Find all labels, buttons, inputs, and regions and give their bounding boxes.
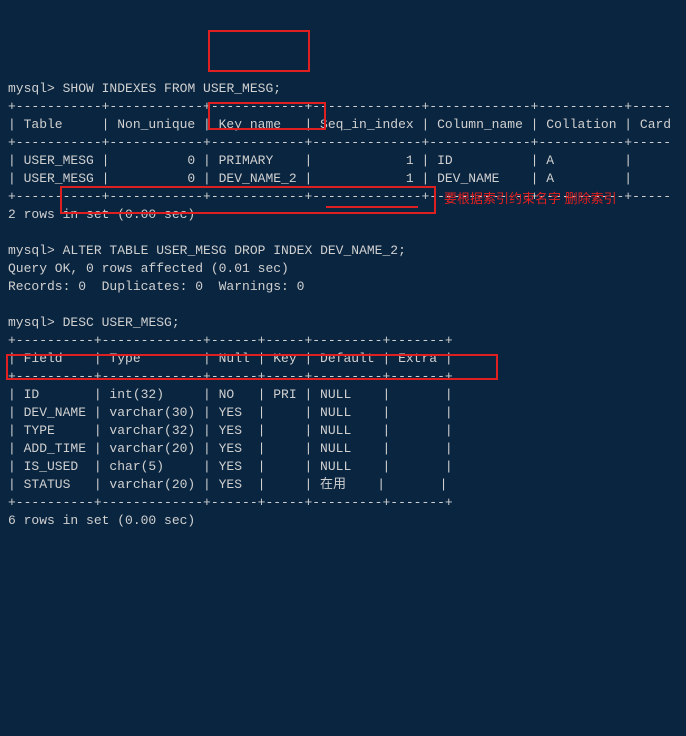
highlight-box-keyname-header — [208, 30, 310, 72]
desc-row-id: | ID | int(32) | NO | PRI | NULL | | — [8, 387, 453, 402]
sql-command-show-indexes: SHOW INDEXES FROM USER_MESG; — [63, 81, 281, 96]
desc-row-status: | STATUS | varchar(20) | YES | | 在用 | | — [8, 477, 447, 492]
result-rowcount: 6 rows in set (0.00 sec) — [8, 513, 195, 528]
mysql-prompt: mysql> — [8, 243, 55, 258]
table-border: +-----------+------------+------------+-… — [8, 135, 671, 150]
indexes-header-row: | Table | Non_unique | Key_name | Seq_in… — [8, 117, 671, 132]
mysql-prompt: mysql> — [8, 315, 55, 330]
table-border: +----------+-------------+------+-----+-… — [8, 369, 453, 384]
indexes-row-primary: | USER_MESG | 0 | PRIMARY | 1 | ID | A | — [8, 153, 671, 168]
mysql-prompt: mysql> — [8, 81, 55, 96]
records-line: Records: 0 Duplicates: 0 Warnings: 0 — [8, 279, 304, 294]
result-rowcount: 2 rows in set (0.00 sec) — [8, 207, 195, 222]
table-border: +----------+-------------+------+-----+-… — [8, 495, 453, 510]
table-border: +----------+-------------+------+-----+-… — [8, 333, 453, 348]
highlight-underline-devname2 — [326, 206, 418, 208]
desc-row-addtime: | ADD_TIME | varchar(20) | YES | | NULL … — [8, 441, 453, 456]
sql-command-desc: DESC USER_MESG; — [63, 315, 180, 330]
indexes-row-devname2: | USER_MESG | 0 | DEV_NAME_2 | 1 | DEV_N… — [8, 171, 671, 186]
desc-header-row: | Field | Type | Null | Key | Default | … — [8, 351, 453, 366]
annotation-text: 要根据索引约束名字 删除索引 — [444, 190, 617, 208]
desc-row-devname: | DEV_NAME | varchar(30) | YES | | NULL … — [8, 405, 453, 420]
desc-row-isused: | IS_USED | char(5) | YES | | NULL | | — [8, 459, 453, 474]
table-border: +-----------+------------+------------+-… — [8, 99, 671, 114]
desc-row-type: | TYPE | varchar(32) | YES | | NULL | | — [8, 423, 453, 438]
sql-command-alter-drop-index: ALTER TABLE USER_MESG DROP INDEX DEV_NAM… — [63, 243, 406, 258]
query-ok-line: Query OK, 0 rows affected (0.01 sec) — [8, 261, 289, 276]
